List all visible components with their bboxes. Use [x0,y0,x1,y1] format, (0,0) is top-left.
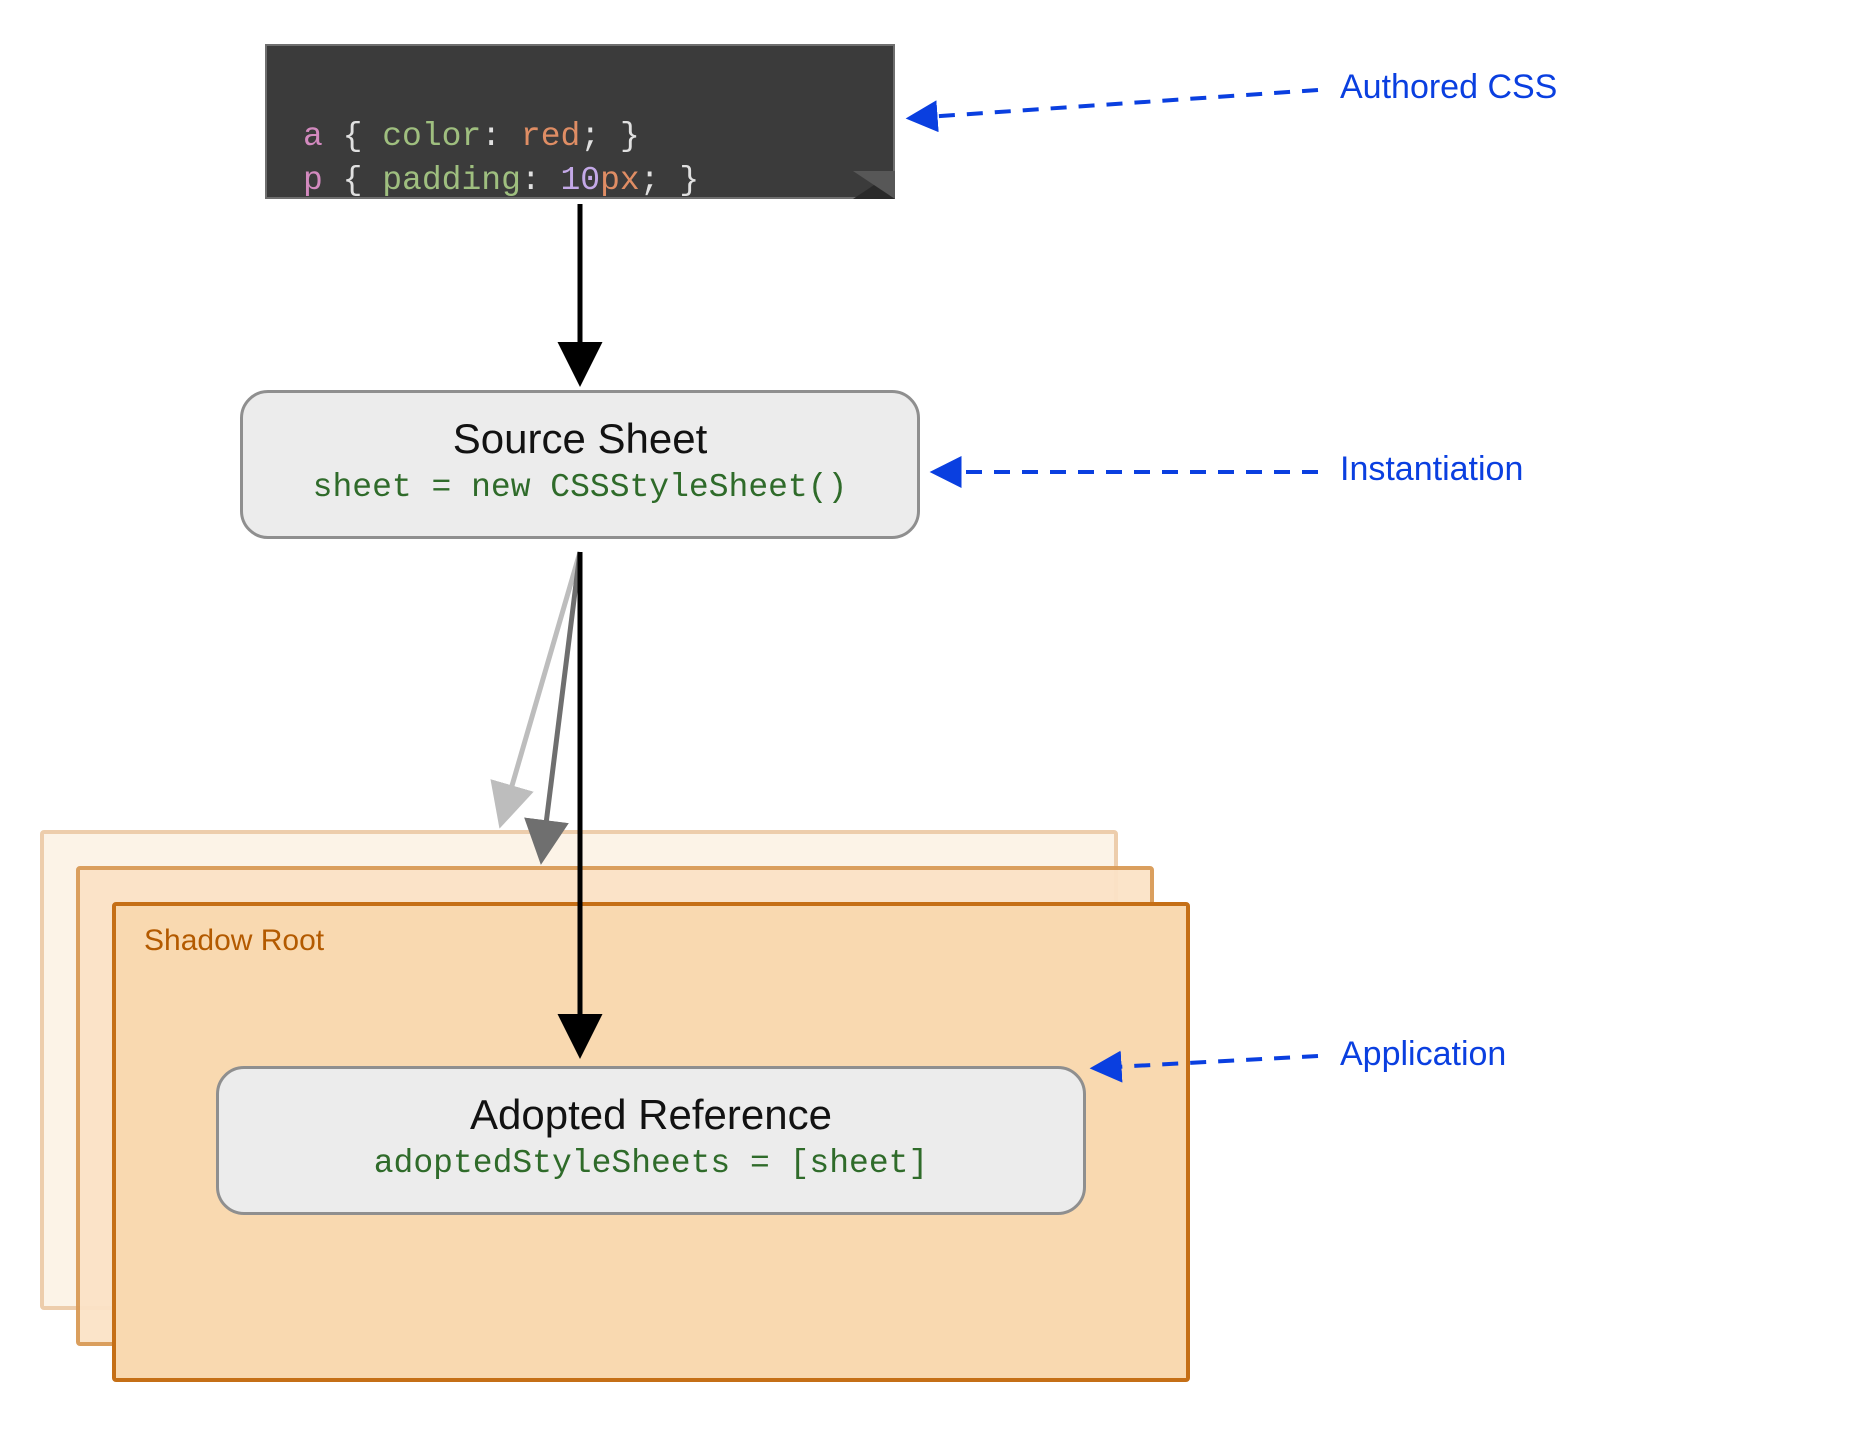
source-sheet-code: sheet = new CSSStyleSheet() [273,469,887,506]
shadow-root-card: Shadow Root Adopted Reference adoptedSty… [112,902,1190,1382]
adopted-reference-title: Adopted Reference [249,1091,1053,1139]
token-colon: : [481,118,501,155]
arrow-source-to-card-faded [502,552,580,820]
token-semi: ; [640,162,660,199]
dog-ear-fold-icon [853,171,895,199]
source-sheet-title: Source Sheet [273,415,887,463]
token-brace: } [620,118,640,155]
annotation-instantiation: Instantiation [1340,450,1523,489]
adopted-reference-box: Adopted Reference adoptedStyleSheets = [… [216,1066,1086,1215]
token-value-num: 10 [561,162,601,199]
token-property: padding [382,162,521,199]
annotation-application: Application [1340,1035,1506,1074]
token-selector: a [303,118,323,155]
shadow-root-label: Shadow Root [144,924,324,958]
annotation-arrow-authored [912,90,1318,118]
token-property: color [382,118,481,155]
token-selector: p [303,162,323,199]
source-sheet-box: Source Sheet sheet = new CSSStyleSheet() [240,390,920,539]
shadow-root-stack: Shadow Root Adopted Reference adoptedSty… [40,830,1140,1350]
token-colon: : [521,162,541,199]
token-brace: } [679,162,699,199]
arrow-source-to-card-mid [542,552,580,856]
token-brace: { [343,162,363,199]
token-value: red [521,118,580,155]
annotation-authored-css: Authored CSS [1340,68,1557,107]
adopted-reference-code: adoptedStyleSheets = [sheet] [249,1145,1053,1182]
token-brace: { [343,118,363,155]
token-semi: ; [580,118,600,155]
css-code-block: a { color: red; } p { padding: 10px; } [265,44,895,199]
token-value-unit: px [600,162,640,199]
